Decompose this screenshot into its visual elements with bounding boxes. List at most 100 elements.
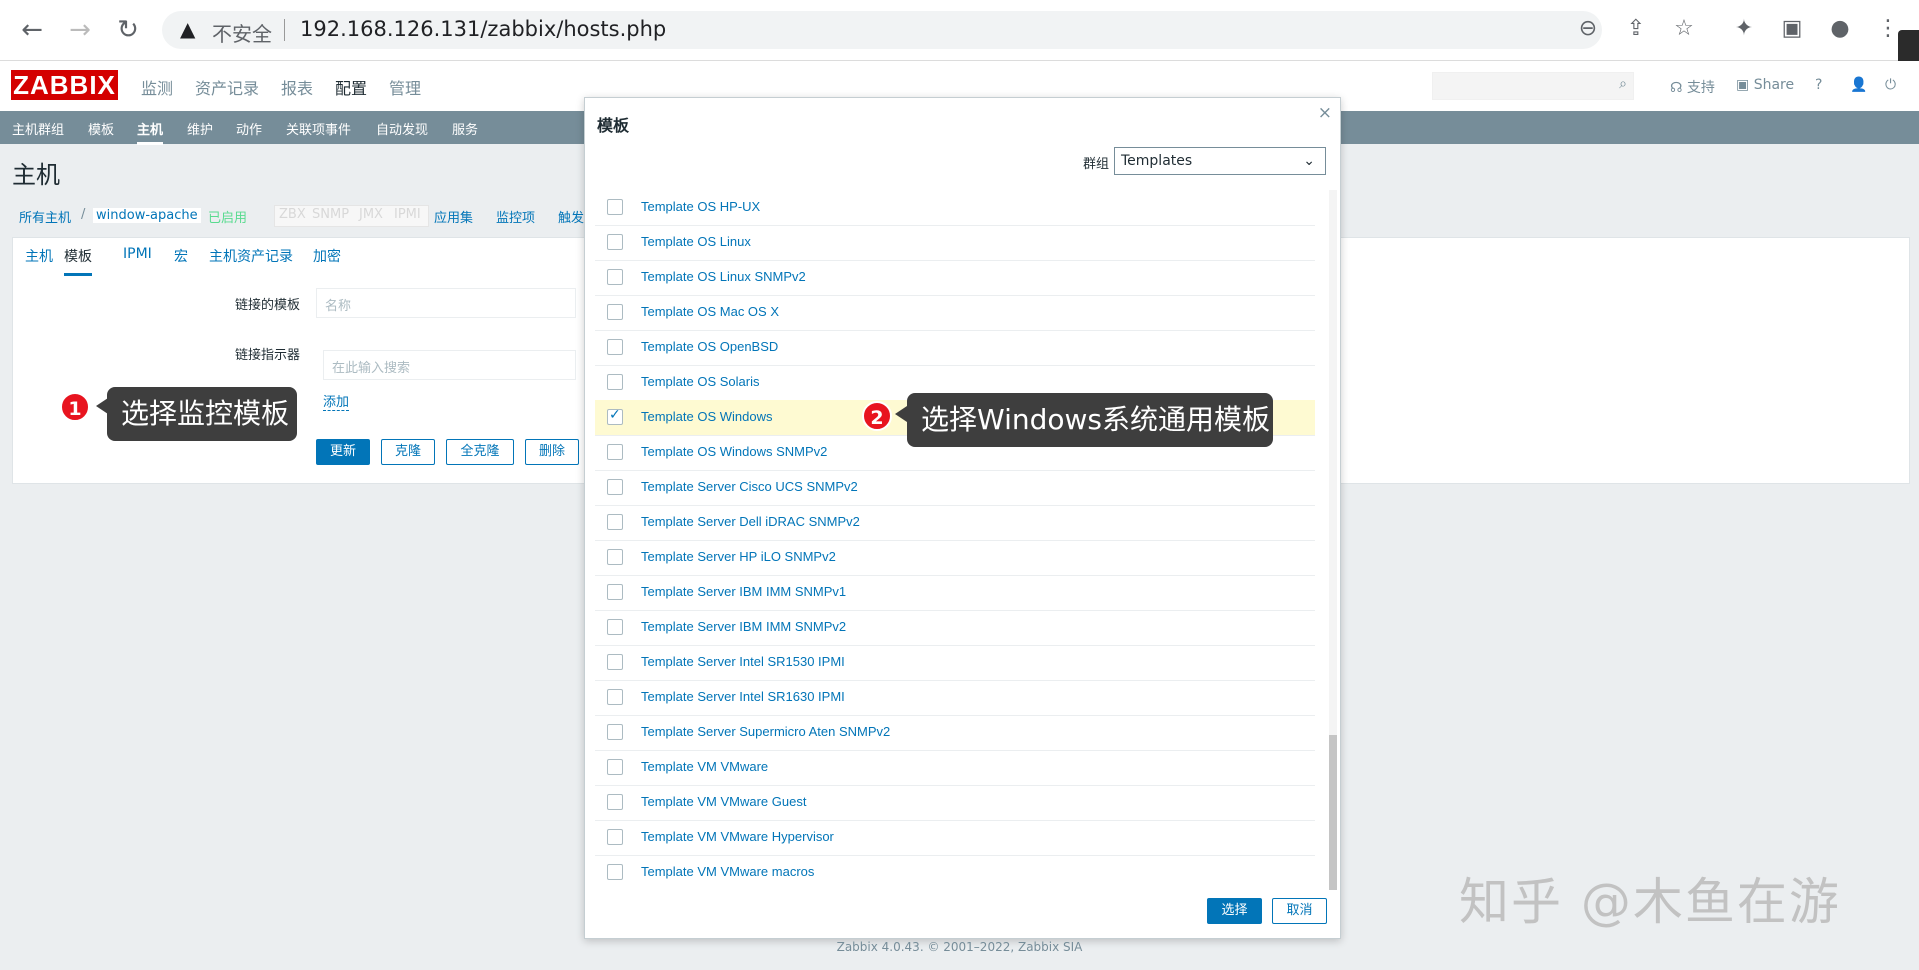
template-link[interactable]: Template Server IBM IMM SNMPv1	[641, 584, 846, 599]
template-link[interactable]: Template OS Linux SNMPv2	[641, 269, 806, 284]
template-checkbox[interactable]	[607, 724, 623, 740]
tab-host[interactable]: 主机	[25, 246, 53, 266]
template-list-row[interactable]: Template OS Linux SNMPv2	[595, 260, 1315, 296]
clone-button[interactable]: 克隆	[381, 439, 435, 465]
select-button[interactable]: 选择	[1207, 898, 1262, 924]
template-checkbox[interactable]	[607, 549, 623, 565]
scrollbar-thumb[interactable]	[1329, 735, 1337, 890]
search-icon[interactable]: ⌕	[1619, 76, 1627, 92]
url-text[interactable]: 192.168.126.131/zabbix/hosts.php	[300, 17, 666, 41]
tab-macros[interactable]: 宏	[174, 246, 188, 266]
template-checkbox[interactable]	[607, 829, 623, 845]
template-link[interactable]: Template VM VMware macros	[641, 864, 814, 879]
template-checkbox[interactable]	[607, 689, 623, 705]
template-checkbox[interactable]	[607, 199, 623, 215]
scrollbar[interactable]	[1329, 190, 1337, 890]
template-checkbox[interactable]	[607, 269, 623, 285]
tab-inventory[interactable]: 主机资产记录	[209, 246, 293, 266]
template-list-row[interactable]: Template Server Intel SR1530 IPMI	[595, 645, 1315, 681]
template-list-row[interactable]: Template OS HP-UX	[595, 190, 1315, 226]
template-link[interactable]: Template OS Linux	[641, 234, 751, 249]
breadcrumb-items[interactable]: 监控项	[496, 207, 535, 226]
template-link[interactable]: Template Server Cisco UCS SNMPv2	[641, 479, 858, 494]
template-list-row[interactable]: Template VM VMware Guest	[595, 785, 1315, 821]
help-icon[interactable]: ?	[1815, 77, 1822, 93]
submenu-templates[interactable]: 模板	[88, 119, 114, 138]
group-select[interactable]: Templates ⌄	[1114, 147, 1326, 175]
template-list-row[interactable]: Template OS OpenBSD	[595, 330, 1315, 366]
template-list-row[interactable]: Template VM VMware Hypervisor	[595, 820, 1315, 856]
share-link[interactable]: ▣ Share	[1736, 77, 1794, 93]
zoom-out-icon[interactable]: ⊖	[1574, 16, 1602, 41]
template-link[interactable]: Template VM VMware Guest	[641, 794, 806, 809]
template-list-row[interactable]: Template VM VMware	[595, 750, 1315, 786]
submenu-maintenance[interactable]: 维护	[187, 119, 213, 138]
submenu-actions[interactable]: 动作	[236, 119, 262, 138]
template-checkbox[interactable]	[607, 584, 623, 600]
menu-configuration[interactable]: 配置	[335, 75, 367, 99]
tab-encryption[interactable]: 加密	[313, 246, 341, 266]
template-link[interactable]: Template OS HP-UX	[641, 199, 760, 214]
template-checkbox[interactable]	[607, 654, 623, 670]
support-link[interactable]: ☊ 支持	[1670, 77, 1715, 97]
template-list-row[interactable]: Template VM VMware macros	[595, 855, 1315, 890]
forward-arrow-icon[interactable]: →	[64, 14, 96, 46]
tab-templates[interactable]: 模板	[64, 246, 92, 276]
template-link[interactable]: Template OS Windows SNMPv2	[641, 444, 827, 459]
tab-ipmi[interactable]: IPMI	[123, 246, 152, 262]
template-link[interactable]: Template OS Solaris	[641, 374, 760, 389]
submenu-hosts[interactable]: 主机	[137, 119, 164, 145]
extensions-icon[interactable]: ✦	[1730, 16, 1758, 41]
template-list-row[interactable]: Template Server Dell iDRAC SNMPv2	[595, 505, 1315, 541]
reload-icon[interactable]: ↻	[112, 14, 144, 46]
template-search-input[interactable]: 在此输入搜索	[323, 350, 576, 380]
menu-reports[interactable]: 报表	[281, 75, 313, 99]
template-link[interactable]: Template VM VMware Hypervisor	[641, 829, 834, 844]
template-list-row[interactable]: Template OS Linux	[595, 225, 1315, 261]
template-list-row[interactable]: Template Server Supermicro Aten SNMPv2	[595, 715, 1315, 751]
add-link[interactable]: 添加	[323, 391, 350, 411]
template-checkbox[interactable]	[607, 619, 623, 635]
template-link[interactable]: Template Server IBM IMM SNMPv2	[641, 619, 846, 634]
status-enabled[interactable]: 已启用	[208, 207, 247, 226]
template-list-row[interactable]: Template Server IBM IMM SNMPv1	[595, 575, 1315, 611]
cancel-button[interactable]: 取消	[1272, 898, 1327, 924]
user-profile-icon[interactable]: 👤	[1850, 77, 1867, 93]
template-list-row[interactable]: Template Server HP iLO SNMPv2	[595, 540, 1315, 576]
breadcrumb-all-hosts[interactable]: 所有主机	[19, 207, 71, 226]
signout-icon[interactable]: ⏻	[1885, 77, 1896, 93]
menu-inventory[interactable]: 资产记录	[195, 75, 259, 99]
back-arrow-icon[interactable]: ←	[16, 14, 48, 46]
submenu-correlation[interactable]: 关联项事件	[286, 119, 351, 138]
template-checkbox[interactable]	[607, 759, 623, 775]
template-checkbox[interactable]	[607, 339, 623, 355]
star-icon[interactable]: ☆	[1670, 16, 1698, 41]
address-bar[interactable]: ▲ 不安全 192.168.126.131/zabbix/hosts.php	[162, 11, 1602, 49]
delete-button[interactable]: 删除	[525, 439, 579, 465]
zabbix-logo[interactable]: ZABBIX	[11, 70, 118, 100]
breadcrumb-applications[interactable]: 应用集	[434, 207, 473, 226]
template-link[interactable]: Template Server HP iLO SNMPv2	[641, 549, 836, 564]
update-button[interactable]: 更新	[316, 439, 370, 465]
template-link[interactable]: Template OS Mac OS X	[641, 304, 779, 319]
submenu-discovery[interactable]: 自动发现	[376, 119, 428, 138]
menu-monitoring[interactable]: 监测	[141, 75, 173, 99]
template-link[interactable]: Template Server Dell iDRAC SNMPv2	[641, 514, 860, 529]
template-link[interactable]: Template Server Supermicro Aten SNMPv2	[641, 724, 890, 739]
template-list-row[interactable]: Template OS Mac OS X	[595, 295, 1315, 331]
template-checkbox[interactable]	[607, 479, 623, 495]
template-checkbox[interactable]	[607, 864, 623, 880]
template-link[interactable]: Template VM VMware	[641, 759, 768, 774]
template-checkbox[interactable]	[607, 407, 623, 425]
submenu-services[interactable]: 服务	[452, 119, 478, 138]
side-panel-icon[interactable]: ▣	[1778, 16, 1806, 41]
global-search-input[interactable]: ⌕	[1432, 72, 1634, 100]
template-list-row[interactable]: Template Server IBM IMM SNMPv2	[595, 610, 1315, 646]
template-checkbox[interactable]	[607, 234, 623, 250]
breadcrumb-triggers[interactable]: 触发	[558, 207, 584, 226]
template-link[interactable]: Template Server Intel SR1630 IPMI	[641, 689, 845, 704]
full-clone-button[interactable]: 全克隆	[446, 439, 514, 465]
breadcrumb-host[interactable]: window-apache	[92, 207, 202, 224]
template-checkbox[interactable]	[607, 374, 623, 390]
submenu-host-groups[interactable]: 主机群组	[12, 119, 64, 138]
